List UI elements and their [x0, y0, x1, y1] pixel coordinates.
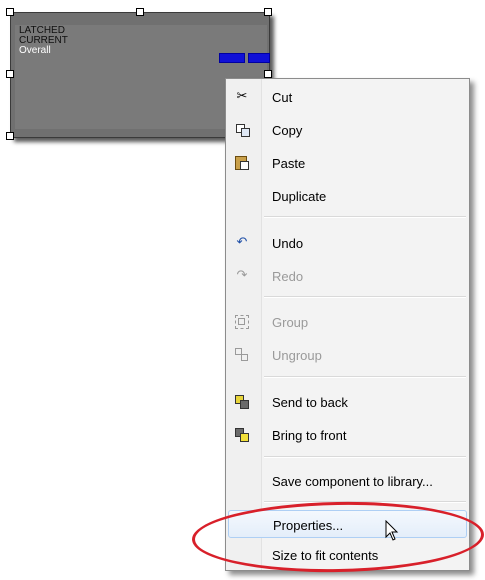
undo-icon: ↶: [236, 235, 248, 250]
menu-separator: [264, 296, 466, 298]
send-to-back-icon: [234, 394, 250, 410]
resize-handle-middle-left[interactable]: [6, 70, 14, 78]
menu-item-label: Copy: [272, 123, 303, 138]
menu-item-duplicate[interactable]: Duplicate: [228, 182, 467, 210]
menu-item-label: Send to back: [272, 395, 348, 410]
menu-separator: [264, 376, 466, 378]
paste-icon: [234, 155, 250, 171]
menu-item-send-to-back[interactable]: Send to back: [228, 388, 467, 416]
menu-item-label: Cut: [272, 90, 293, 105]
ungroup-icon: [234, 347, 250, 363]
menu-item-redo[interactable]: ↷ Redo: [228, 262, 467, 290]
menu-item-cut[interactable]: ✂ Cut: [228, 83, 467, 111]
component-label-line3: Overall: [19, 45, 51, 56]
menu-item-label: Redo: [272, 269, 304, 284]
menu-item-save-to-library[interactable]: Save component to library...: [228, 467, 467, 495]
menu-item-paste[interactable]: Paste: [228, 149, 467, 177]
menu-item-label: Duplicate: [272, 189, 327, 204]
resize-handle-top-right[interactable]: [264, 8, 272, 16]
menu-item-group[interactable]: Group: [228, 308, 467, 336]
scissors-icon: ✂: [236, 89, 248, 104]
mouse-cursor-icon: [385, 520, 399, 541]
menu-item-label: Group: [272, 315, 309, 330]
menu-item-copy[interactable]: Copy: [228, 116, 467, 144]
menu-item-label: Undo: [272, 236, 304, 251]
bring-to-front-icon: [234, 427, 250, 443]
group-icon: [234, 314, 250, 330]
menu-item-bring-to-front[interactable]: Bring to front: [228, 421, 467, 449]
context-menu: ✂ Cut Copy Paste Duplicate ↶ Undo ↷ Redo…: [225, 78, 470, 571]
menu-item-ungroup[interactable]: Ungroup: [228, 341, 467, 369]
menu-item-label: Save component to library...: [272, 474, 433, 489]
resize-handle-top-left[interactable]: [6, 8, 14, 16]
status-bar-2: [248, 53, 270, 63]
resize-handle-middle-right[interactable]: [264, 70, 272, 78]
copy-icon: [234, 122, 250, 138]
menu-item-label: Paste: [272, 156, 306, 171]
menu-item-undo[interactable]: ↶ Undo: [228, 229, 467, 257]
menu-item-label: Bring to front: [272, 428, 347, 443]
menu-separator: [264, 216, 466, 218]
resize-handle-bottom-left[interactable]: [6, 132, 14, 140]
menu-item-label: Ungroup: [272, 348, 322, 363]
menu-separator: [264, 456, 466, 458]
status-bar-1: [219, 53, 245, 63]
redo-icon: ↷: [236, 268, 248, 283]
resize-handle-top-center[interactable]: [136, 8, 144, 16]
